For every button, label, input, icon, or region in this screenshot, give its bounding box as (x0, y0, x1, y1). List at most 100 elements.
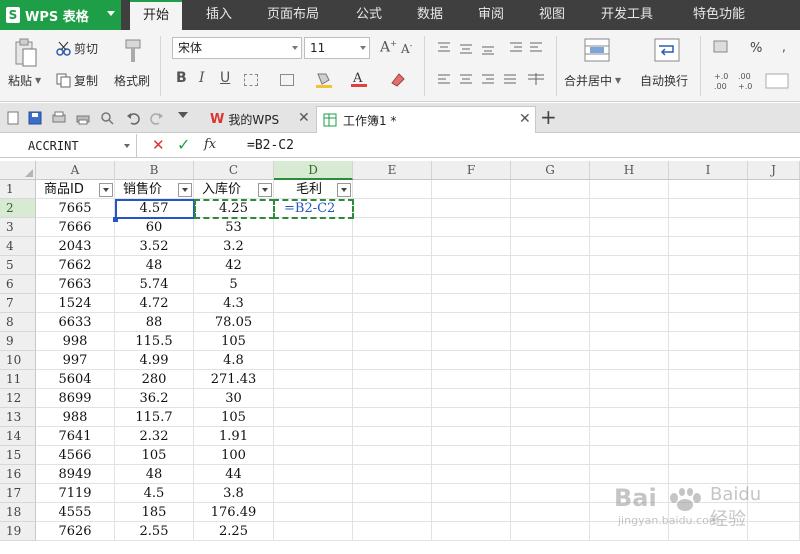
cost-price-cell[interactable]: 2.25 (194, 522, 274, 541)
tab-special-features[interactable]: 特色功能 (680, 0, 758, 30)
row-header[interactable]: 3 (0, 218, 36, 237)
filter-dropdown-icon[interactable] (337, 183, 351, 197)
row-header[interactable]: 11 (0, 370, 36, 389)
cost-price-cell[interactable]: 105 (194, 408, 274, 427)
empty-cell[interactable] (590, 427, 669, 446)
empty-cell[interactable] (432, 446, 511, 465)
gross-profit-cell[interactable] (274, 275, 353, 294)
row-header[interactable]: 17 (0, 484, 36, 503)
empty-cell[interactable] (511, 351, 590, 370)
function-fx-icon[interactable]: fx (204, 137, 216, 152)
wrap-text-icon[interactable] (654, 38, 680, 62)
cost-price-cell[interactable]: 4.8 (194, 351, 274, 370)
empty-cell[interactable] (511, 522, 590, 541)
tab-my-wps[interactable]: W 我的WPS ✕ (204, 106, 314, 133)
gross-profit-cell[interactable] (274, 522, 353, 541)
empty-cell[interactable] (590, 332, 669, 351)
empty-cell[interactable] (748, 389, 800, 408)
sale-price-cell[interactable]: 115.5 (115, 332, 194, 351)
sale-price-cell[interactable]: 5.74 (115, 275, 194, 294)
tab-workbook[interactable]: 工作簿1 * ✕ (316, 106, 536, 133)
product-id-cell[interactable]: 8699 (36, 389, 115, 408)
gross-profit-cell[interactable] (274, 237, 353, 256)
column-header[interactable]: F (432, 161, 511, 180)
gross-profit-cell[interactable] (274, 427, 353, 446)
empty-cell[interactable] (432, 465, 511, 484)
row-header[interactable]: 9 (0, 332, 36, 351)
gross-profit-cell[interactable] (274, 218, 353, 237)
row-header[interactable]: 14 (0, 427, 36, 446)
empty-cell[interactable] (511, 256, 590, 275)
vertical-align-icons[interactable] (436, 40, 546, 56)
empty-cell[interactable] (748, 370, 800, 389)
horizontal-align-icons[interactable] (436, 72, 548, 88)
tab-developer[interactable]: 开发工具 (590, 0, 664, 30)
sale-price-cell[interactable]: 105 (115, 446, 194, 465)
empty-cell[interactable] (669, 332, 748, 351)
empty-cell[interactable] (353, 522, 432, 541)
tab-page-layout[interactable]: 页面布局 (256, 0, 330, 30)
empty-cell[interactable] (590, 313, 669, 332)
product-id-cell[interactable]: 6633 (36, 313, 115, 332)
product-id-cell[interactable]: 2043 (36, 237, 115, 256)
empty-cell[interactable] (669, 237, 748, 256)
empty-cell[interactable] (511, 313, 590, 332)
underline-icon[interactable]: U (220, 70, 230, 86)
font-name-select[interactable]: 宋体 (172, 37, 302, 59)
empty-cell[interactable] (353, 218, 432, 237)
font-color-icon[interactable]: A (350, 70, 368, 88)
empty-cell[interactable] (353, 237, 432, 256)
gross-profit-cell[interactable] (274, 313, 353, 332)
empty-cell[interactable] (590, 389, 669, 408)
empty-cell[interactable] (432, 408, 511, 427)
tab-formulas[interactable]: 公式 (344, 0, 394, 30)
bold-icon[interactable]: B (176, 70, 187, 86)
format-painter-button[interactable]: 格式刷 (114, 72, 150, 89)
empty-cell[interactable] (353, 484, 432, 503)
undo-icon[interactable] (126, 111, 140, 125)
empty-cell[interactable] (590, 237, 669, 256)
empty-cell[interactable] (748, 237, 800, 256)
empty-cell[interactable] (669, 446, 748, 465)
gross-profit-cell[interactable] (274, 332, 353, 351)
cost-price-cell[interactable]: 271.43 (194, 370, 274, 389)
empty-cell[interactable] (590, 180, 669, 199)
empty-cell[interactable] (353, 446, 432, 465)
empty-cell[interactable] (432, 503, 511, 522)
empty-cell[interactable] (511, 408, 590, 427)
cost-price-cell[interactable]: 100 (194, 446, 274, 465)
gross-profit-cell[interactable] (274, 256, 353, 275)
find-icon[interactable] (100, 111, 114, 125)
empty-cell[interactable] (432, 256, 511, 275)
product-id-cell[interactable]: 998 (36, 332, 115, 351)
empty-cell[interactable] (669, 256, 748, 275)
clear-format-icon[interactable] (389, 71, 407, 89)
empty-cell[interactable] (669, 427, 748, 446)
print-icon[interactable] (76, 111, 90, 125)
confirm-icon[interactable]: ✓ (177, 135, 190, 154)
product-id-cell[interactable]: 997 (36, 351, 115, 370)
column-header[interactable]: B (115, 161, 194, 180)
sale-price-cell[interactable]: 185 (115, 503, 194, 522)
sale-price-cell[interactable]: 4.5 (115, 484, 194, 503)
empty-cell[interactable] (669, 313, 748, 332)
product-id-cell[interactable]: 7665 (36, 199, 115, 218)
tab-view[interactable]: 视图 (527, 0, 577, 30)
fill-color-icon[interactable] (315, 72, 333, 88)
empty-cell[interactable] (511, 370, 590, 389)
empty-cell[interactable] (669, 370, 748, 389)
empty-cell[interactable] (432, 389, 511, 408)
wrap-text-button[interactable]: 自动换行 (640, 72, 688, 89)
row-header[interactable]: 19 (0, 522, 36, 541)
print-preview-icon[interactable] (52, 111, 66, 125)
empty-cell[interactable] (432, 313, 511, 332)
product-id-cell[interactable]: 7626 (36, 522, 115, 541)
empty-cell[interactable] (511, 427, 590, 446)
empty-cell[interactable] (748, 218, 800, 237)
empty-cell[interactable] (511, 275, 590, 294)
empty-cell[interactable] (432, 427, 511, 446)
merge-cells-icon[interactable] (584, 38, 610, 62)
customize-toolbar-icon[interactable] (178, 112, 188, 118)
cancel-icon[interactable]: ✕ (152, 136, 165, 154)
product-id-cell[interactable]: 7663 (36, 275, 115, 294)
